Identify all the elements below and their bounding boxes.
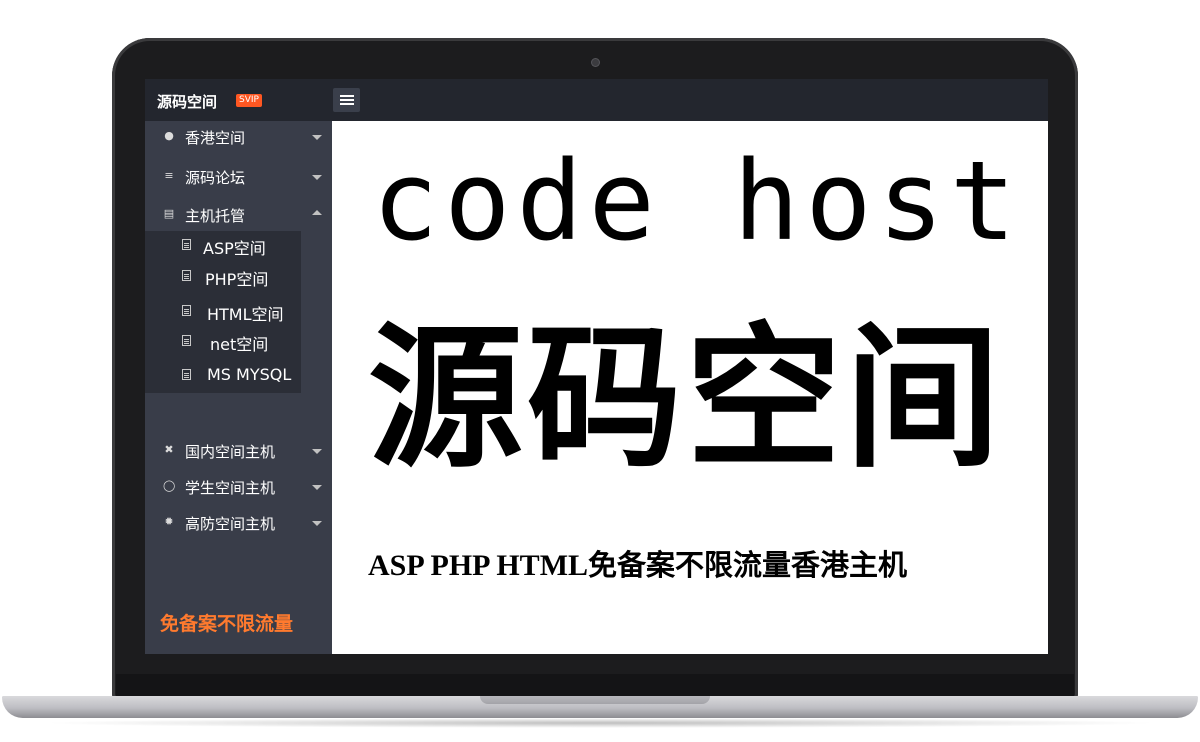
laptop-frame: 源码空间 SVIP ● 香港空间 ≡ 源码论坛 ▤ 主机托管 ASP空间 PHP… <box>0 0 1200 742</box>
promo-text: 免备案不限流量 <box>160 613 294 635</box>
globe-icon: ● <box>164 129 174 142</box>
sidebar-item-domestic-hosting[interactable]: ✖ 国内空间主机 <box>145 435 332 469</box>
hero-english-title: code host <box>372 137 1023 265</box>
submenu-item-label: ASP空间 <box>203 239 266 258</box>
sliders-icon: ≡ <box>164 169 174 182</box>
submenu-item-label: PHP空间 <box>205 270 269 289</box>
document-icon <box>182 335 191 346</box>
tagline-english: ASP PHP HTML <box>368 549 589 582</box>
laptop-chin <box>116 674 1074 696</box>
hero-chinese-title: 源码空间 <box>368 308 1004 489</box>
document-icon <box>182 270 191 281</box>
sidebar-item-label: 学生空间主机 <box>185 479 276 497</box>
sidebar: ● 香港空间 ≡ 源码论坛 ▤ 主机托管 ASP空间 PHP空间 HTML空间 … <box>145 121 332 654</box>
hamburger-icon[interactable] <box>333 88 360 112</box>
sidebar-item-ddos-hosting[interactable]: ✹ 高防空间主机 <box>145 507 332 541</box>
sidebar-item-label: 高防空间主机 <box>185 515 276 533</box>
submenu-item-php[interactable]: PHP空间 <box>145 262 301 292</box>
gear-icon: ✹ <box>164 515 174 528</box>
sidebar-item-label: 源码论坛 <box>185 169 246 187</box>
document-icon: ▤ <box>163 207 175 220</box>
sidebar-item-colocation[interactable]: ▤ 主机托管 <box>145 199 332 233</box>
laptop-shadow <box>40 718 1160 728</box>
svip-badge: SVIP <box>236 94 262 107</box>
user-icon: ◯ <box>163 479 176 492</box>
submenu-item-label: HTML空间 <box>207 305 284 324</box>
submenu-item-asp[interactable]: ASP空间 <box>145 231 301 261</box>
chevron-down-icon <box>312 521 322 526</box>
submenu-colocation: ASP空间 PHP空间 HTML空间 net空间 MS MYSQL <box>145 231 301 393</box>
document-icon <box>182 239 191 250</box>
submenu-item-label: net空间 <box>210 335 269 354</box>
chevron-down-icon <box>312 485 322 490</box>
sidebar-item-label: 主机托管 <box>185 207 246 225</box>
submenu-item-html[interactable]: HTML空间 <box>145 297 301 327</box>
submenu-item-label: MS MYSQL <box>207 365 292 384</box>
logo-text[interactable]: 源码空间 <box>157 91 217 112</box>
camera-icon <box>592 59 599 66</box>
chevron-down-icon <box>312 135 322 140</box>
sidebar-item-label: 香港空间 <box>185 129 246 147</box>
top-bar: 源码空间 SVIP <box>145 79 1048 121</box>
document-icon <box>182 369 191 380</box>
tagline: ASP PHP HTML免备案不限流量香港主机 <box>368 547 907 584</box>
chevron-down-icon <box>312 449 322 454</box>
sidebar-item-student-hosting[interactable]: ◯ 学生空间主机 <box>145 471 332 505</box>
screen: 源码空间 SVIP ● 香港空间 ≡ 源码论坛 ▤ 主机托管 ASP空间 PHP… <box>145 79 1048 654</box>
sidebar-item-forum[interactable]: ≡ 源码论坛 <box>145 161 332 195</box>
sidebar-item-hk-hosting[interactable]: ● 香港空间 <box>145 121 332 155</box>
main-banner: code host 源码空间 ASP PHP HTML免备案不限流量香港主机 <box>332 121 1048 654</box>
sidebar-item-label: 国内空间主机 <box>185 443 276 461</box>
chevron-down-icon <box>312 175 322 180</box>
document-icon <box>182 305 191 316</box>
chevron-up-icon <box>312 210 322 215</box>
tagline-chinese: 免备案不限流量香港主机 <box>588 548 908 582</box>
laptop-base-notch <box>480 696 710 704</box>
submenu-item-mysql[interactable]: MS MYSQL <box>145 361 301 391</box>
shuffle-icon: ✖ <box>164 443 174 456</box>
submenu-item-net[interactable]: net空间 <box>145 327 301 357</box>
